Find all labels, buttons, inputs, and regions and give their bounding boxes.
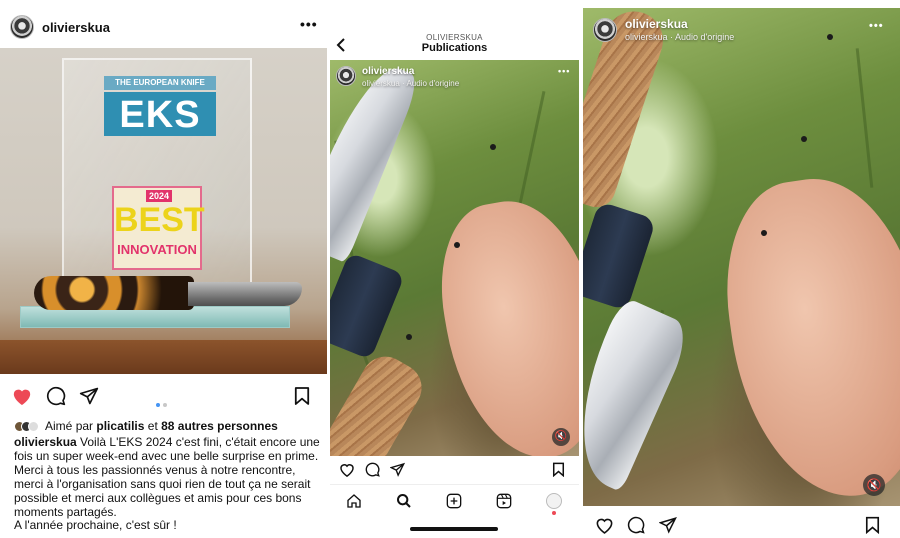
share-icon[interactable] xyxy=(390,462,405,477)
comment-icon[interactable] xyxy=(365,462,380,477)
bookmark-icon[interactable] xyxy=(552,462,565,477)
reels-icon[interactable] xyxy=(496,493,512,509)
heart-filled-icon[interactable] xyxy=(11,386,33,406)
heart-icon[interactable] xyxy=(595,516,614,534)
share-icon[interactable] xyxy=(79,386,99,406)
profile-icon[interactable] xyxy=(546,493,562,509)
award-plaque: 2024 BEST INNOVATION xyxy=(112,186,205,270)
notification-dot xyxy=(552,511,556,515)
carousel-dot xyxy=(163,403,167,407)
knife-blade xyxy=(188,282,302,306)
liker-avatar xyxy=(28,421,39,432)
post-actions xyxy=(583,512,900,538)
grass-blade xyxy=(855,48,874,188)
handle-pin xyxy=(827,34,833,40)
post-panel-reel-closeup: olivierskua olivierskua · Audio d'origin… xyxy=(583,0,900,538)
handle-pin xyxy=(454,242,460,248)
liked-prefix: Aimé par xyxy=(45,419,94,433)
grass-blade xyxy=(517,90,546,210)
liked-user[interactable]: plicatilis xyxy=(96,419,144,433)
knife-handle xyxy=(330,347,431,456)
comment-icon[interactable] xyxy=(627,516,645,534)
handle-pin xyxy=(801,136,807,142)
heart-icon[interactable] xyxy=(339,462,355,477)
hand xyxy=(711,166,900,506)
reel-audio[interactable]: olivierskua · Audio d'origine xyxy=(625,32,734,42)
header-title: Publications xyxy=(421,42,488,54)
avatar[interactable] xyxy=(10,15,34,39)
avatar[interactable] xyxy=(593,18,617,42)
carousel-dot-active xyxy=(156,403,160,407)
post-panel-reel: OLIVIERSKUA Publications olivierskua oli… xyxy=(330,0,579,538)
carousel-dots xyxy=(156,394,170,412)
award-title: BEST xyxy=(114,201,205,239)
table xyxy=(0,340,327,374)
caption-last-line: A l'année prochaine, c'est sûr ! xyxy=(14,518,177,532)
knife-blade xyxy=(583,295,695,493)
hand xyxy=(426,188,579,456)
reel-username[interactable]: olivierskua xyxy=(362,66,414,77)
bookmark-icon[interactable] xyxy=(865,516,880,534)
bookmark-icon[interactable] xyxy=(294,386,310,406)
caption: olivierskua Voilà L'EKS 2024 c'est fini,… xyxy=(14,435,322,519)
eks-logo: EKS xyxy=(104,92,216,136)
post-panel-trophy: olivierskua ••• THE EUROPEAN KNIFE SHOW … xyxy=(0,0,327,538)
home-indicator xyxy=(410,527,498,531)
handle-pin xyxy=(406,334,412,340)
reel-video[interactable]: olivierskua olivierskua · Audio d'origin… xyxy=(583,8,900,506)
search-icon[interactable] xyxy=(396,493,412,509)
post-photo[interactable]: THE EUROPEAN KNIFE SHOW EKS 2024 BEST IN… xyxy=(0,48,327,374)
knife-liner xyxy=(583,201,657,311)
avatar[interactable] xyxy=(336,66,356,86)
add-icon[interactable] xyxy=(446,493,462,509)
post-username[interactable]: olivierskua xyxy=(42,20,110,35)
trophy-header: THE EUROPEAN KNIFE SHOW xyxy=(104,76,216,101)
reel-username[interactable]: olivierskua xyxy=(625,17,688,31)
likes-line[interactable]: Aimé par plicatilis et 88 autres personn… xyxy=(14,419,278,433)
more-options-icon[interactable]: ••• xyxy=(300,16,318,32)
post-actions xyxy=(330,458,579,482)
more-options-icon[interactable]: ••• xyxy=(869,20,884,32)
liked-mid: et xyxy=(147,419,158,433)
mute-icon[interactable]: 🔇 xyxy=(863,474,885,496)
handle-pin xyxy=(761,230,767,236)
more-options-icon[interactable]: ••• xyxy=(558,66,570,76)
publications-header: OLIVIERSKUA Publications xyxy=(330,0,579,60)
comment-icon[interactable] xyxy=(46,386,66,406)
caption-username[interactable]: olivierskua xyxy=(14,435,77,449)
header-account: OLIVIERSKUA xyxy=(426,33,483,42)
knife-liner xyxy=(330,252,406,360)
share-icon[interactable] xyxy=(659,516,677,534)
reel-audio[interactable]: olivierskua · Audio d'origine xyxy=(362,79,459,88)
knife-handle xyxy=(34,276,194,310)
award-subtitle: INNOVATION xyxy=(117,242,197,257)
liked-count[interactable]: 88 autres personnes xyxy=(161,419,278,433)
reel-video[interactable]: olivierskua olivierskua · Audio d'origin… xyxy=(330,60,579,456)
home-icon[interactable] xyxy=(346,493,362,509)
mute-icon[interactable]: 🔇 xyxy=(552,428,570,446)
handle-pin xyxy=(490,144,496,150)
knife-blade xyxy=(330,60,422,264)
